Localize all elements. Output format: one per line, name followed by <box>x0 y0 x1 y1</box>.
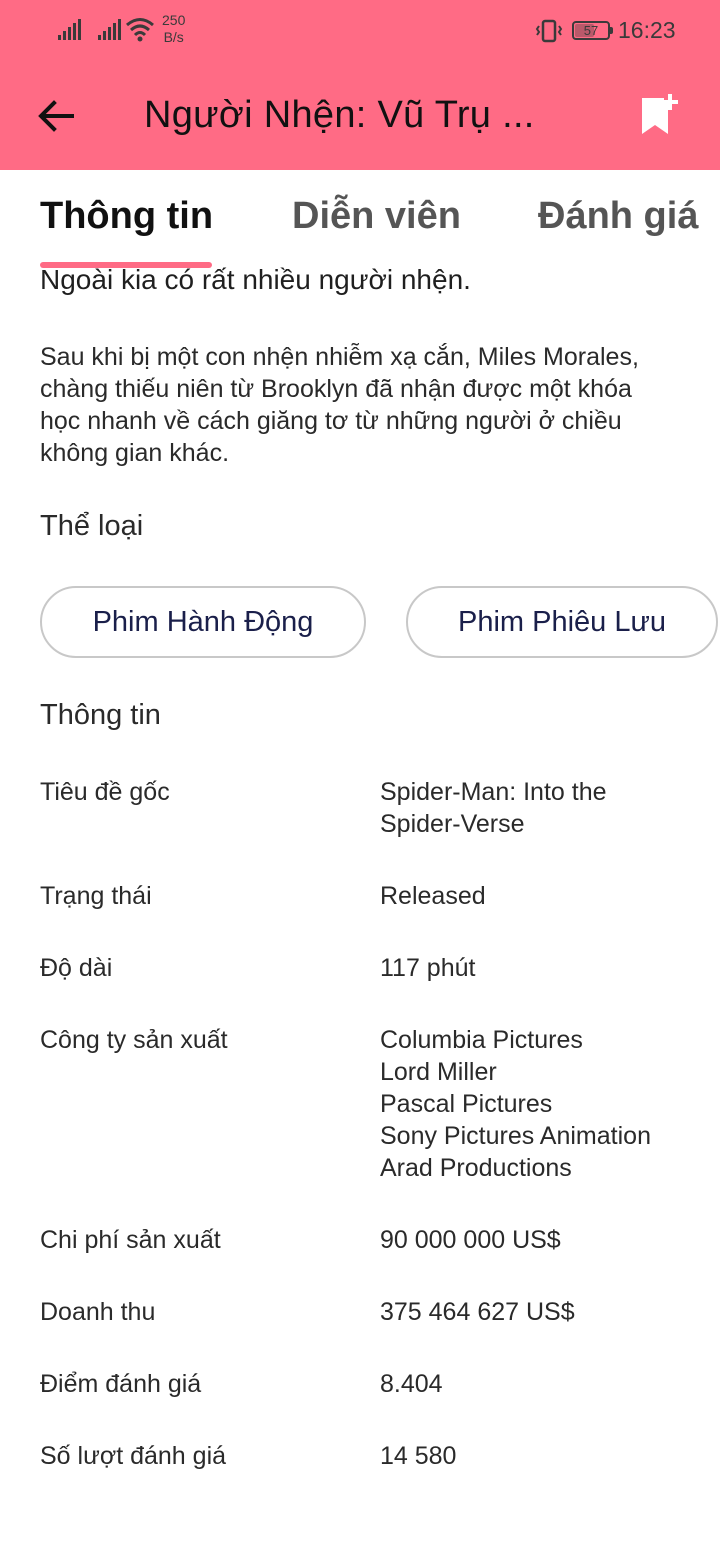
info-value: 117 phút <box>380 952 710 984</box>
info-label: Số lượt đánh giá <box>40 1442 227 1470</box>
movie-overview: Sau khi bị một con nhện nhiễm xạ cắn, Mi… <box>40 343 639 467</box>
battery-indicator: 57 <box>572 21 613 40</box>
bookmark-add-icon <box>642 94 678 134</box>
bookmark-add-button[interactable] <box>636 92 680 140</box>
info-label: Chi phí sản xuất <box>40 1226 221 1254</box>
signal-icon <box>98 18 121 40</box>
info-value-line: Spider-Man: Into the <box>380 778 607 806</box>
info-value: 8.404 <box>380 1368 710 1400</box>
info-label: Độ dài <box>40 954 113 982</box>
info-value-line: Lord Miller <box>380 1058 497 1086</box>
genres-title: Thể loại <box>40 510 144 542</box>
info-value: 375 464 627 US$ <box>380 1296 710 1328</box>
info-label: Điểm đánh giá <box>40 1370 202 1398</box>
info-value: 90 000 000 US$ <box>380 1224 710 1256</box>
info-value: 14 580 <box>380 1440 710 1472</box>
genre-chip-adventure[interactable]: Phim Phiêu Lưu <box>406 586 718 658</box>
network-speed-unit: B/s <box>163 29 184 45</box>
info-label: Công ty sản xuất <box>40 1026 228 1054</box>
wifi-icon <box>126 18 154 42</box>
app-bar: 250 B/s 57 16:23 Người Nhện: Vũ Trụ ... <box>0 0 720 170</box>
tab-info[interactable]: Thông tin <box>40 195 213 238</box>
tab-cast[interactable]: Diễn viên <box>292 195 461 238</box>
network-speed-value: 250 <box>162 12 186 28</box>
tab-reviews[interactable]: Đánh giá <box>538 195 698 238</box>
info-value-line: Spider-Verse <box>380 810 525 838</box>
movie-tagline: Ngoài kia có rất nhiều người nhện. <box>40 264 471 295</box>
info-value-line: Columbia Pictures <box>380 1026 583 1054</box>
info-value-line: Released <box>380 882 486 910</box>
signal-icon <box>58 18 81 40</box>
back-button[interactable] <box>34 94 78 138</box>
info-label: Doanh thu <box>40 1298 156 1326</box>
genre-chip-action[interactable]: Phim Hành Động <box>40 586 366 658</box>
status-time: 16:23 <box>618 17 676 43</box>
network-speed: 250 B/s <box>162 12 185 46</box>
info-value-line: 90 000 000 US$ <box>380 1226 561 1254</box>
info-label: Tiêu đề gốc <box>40 778 170 806</box>
info-title: Thông tin <box>40 699 161 731</box>
info-value-line: 8.404 <box>380 1370 443 1398</box>
tab-bar: Thông tin Diễn viên Đánh giá <box>0 170 720 270</box>
info-value: Spider-Man: Into the Spider-Verse <box>380 776 710 840</box>
info-value: Columbia Pictures Lord Miller Pascal Pic… <box>380 1024 710 1184</box>
arrow-left-icon <box>38 100 74 132</box>
vibrate-icon <box>535 19 563 43</box>
info-value-line: Sony Pictures Animation <box>380 1122 651 1150</box>
info-value-line: Arad Productions <box>380 1154 572 1182</box>
info-value-line: 14 580 <box>380 1442 457 1470</box>
info-label: Trạng thái <box>40 882 152 910</box>
info-value-line: 375 464 627 US$ <box>380 1298 575 1326</box>
info-value: Released <box>380 880 710 912</box>
page-title: Người Nhện: Vũ Trụ ... <box>144 94 535 136</box>
info-value-line: 117 phút <box>380 954 476 982</box>
status-bar: 250 B/s 57 16:23 <box>0 0 720 62</box>
info-value-line: Pascal Pictures <box>380 1090 553 1118</box>
